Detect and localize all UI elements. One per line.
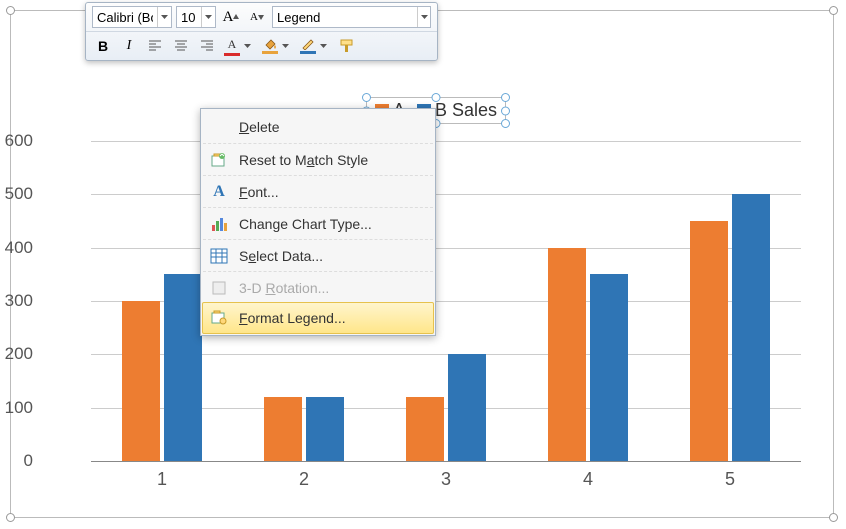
font-size-input[interactable] xyxy=(177,7,201,27)
chart-resize-handle[interactable] xyxy=(829,6,838,15)
shrink-font-button[interactable]: A xyxy=(246,6,268,28)
bold-button[interactable]: B xyxy=(92,35,114,57)
align-left-icon xyxy=(148,40,162,52)
align-center-button[interactable] xyxy=(170,35,192,57)
selectdata-icon xyxy=(207,244,231,268)
mini-toolbar[interactable]: A A B I A xyxy=(85,2,438,61)
chart-element-input[interactable] xyxy=(273,7,417,27)
x-tick-label: 3 xyxy=(441,469,451,490)
menu-item-reset[interactable]: Reset to Match Style xyxy=(203,143,433,175)
pen-icon xyxy=(301,38,315,50)
x-tick-label: 1 xyxy=(157,469,167,490)
align-right-button[interactable] xyxy=(196,35,218,57)
selection-handle[interactable] xyxy=(432,93,441,102)
bar[interactable] xyxy=(264,397,302,461)
x-tick-label: 2 xyxy=(299,469,309,490)
chart-resize-handle[interactable] xyxy=(829,513,838,522)
font-color-button[interactable]: A xyxy=(222,35,256,57)
chevron-down-icon[interactable] xyxy=(201,7,215,27)
bars-area xyxy=(91,141,801,461)
selection-handle[interactable] xyxy=(501,93,510,102)
brush-icon xyxy=(338,38,356,54)
font-name-input[interactable] xyxy=(93,7,157,27)
delete-icon xyxy=(207,115,231,139)
bar[interactable] xyxy=(690,221,728,461)
menu-item-selectdata[interactable]: Select Data... xyxy=(203,239,433,271)
bar[interactable] xyxy=(306,397,344,461)
fill-color-swatch xyxy=(262,51,278,54)
italic-icon: I xyxy=(127,38,132,54)
x-axis-line xyxy=(91,461,801,462)
outline-color-swatch xyxy=(300,51,316,54)
bar[interactable] xyxy=(448,354,486,461)
y-tick-label: 100 xyxy=(0,398,33,418)
chart-resize-handle[interactable] xyxy=(6,513,15,522)
bar[interactable] xyxy=(590,274,628,461)
selection-handle[interactable] xyxy=(362,93,371,102)
context-menu[interactable]: Delete Reset to Match Style A Font... Change… xyxy=(200,108,436,336)
charttype-icon xyxy=(207,212,231,236)
rotation-icon xyxy=(207,276,231,300)
y-tick-label: 0 xyxy=(0,451,33,471)
chevron-down-icon[interactable] xyxy=(417,7,430,27)
y-tick-label: 200 xyxy=(0,344,33,364)
bar-group[interactable] xyxy=(659,141,801,461)
bold-icon: B xyxy=(98,38,108,54)
bar[interactable] xyxy=(122,301,160,461)
fill-color-button[interactable] xyxy=(260,35,294,57)
menu-item-charttype[interactable]: Change Chart Type... xyxy=(203,207,433,239)
reset-icon xyxy=(207,148,231,172)
y-tick-label: 500 xyxy=(0,184,33,204)
format-painter-button[interactable] xyxy=(336,35,358,57)
menu-item-delete[interactable]: Delete xyxy=(203,111,433,143)
menu-item-formatlegend[interactable]: Format Legend... xyxy=(202,302,434,334)
chart-resize-handle[interactable] xyxy=(6,6,15,15)
y-axis: 0100200300400500600 xyxy=(41,141,81,461)
legend-label: B Sales xyxy=(435,100,497,121)
x-tick-label: 4 xyxy=(583,469,593,490)
bar[interactable] xyxy=(548,248,586,461)
y-tick-label: 300 xyxy=(0,291,33,311)
font-color-icon: A xyxy=(228,37,237,52)
grow-font-button[interactable]: A xyxy=(220,6,242,28)
bar[interactable] xyxy=(164,274,202,461)
menu-item-label: Change Chart Type... xyxy=(239,216,372,232)
y-tick-label: 400 xyxy=(0,238,33,258)
bar[interactable] xyxy=(732,194,770,461)
font-size-combo[interactable] xyxy=(176,6,216,28)
x-tick-label: 5 xyxy=(725,469,735,490)
outline-color-button[interactable] xyxy=(298,35,332,57)
font-name-combo[interactable] xyxy=(92,6,172,28)
chevron-down-icon[interactable] xyxy=(278,36,292,56)
selection-handle[interactable] xyxy=(501,106,510,115)
y-tick-label: 600 xyxy=(0,131,33,151)
font-color-swatch xyxy=(224,53,240,56)
selection-handle[interactable] xyxy=(501,119,510,128)
chevron-down-icon[interactable] xyxy=(157,7,171,27)
menu-item-label: Font... xyxy=(239,184,279,200)
menu-item-label: Format Legend... xyxy=(239,310,346,326)
bar[interactable] xyxy=(406,397,444,461)
chart-element-combo[interactable] xyxy=(272,6,431,28)
bar-group[interactable] xyxy=(517,141,659,461)
menu-item-font[interactable]: A Font... xyxy=(203,175,433,207)
align-right-icon xyxy=(200,40,214,52)
chevron-down-icon[interactable] xyxy=(240,36,254,56)
chevron-down-icon[interactable] xyxy=(316,36,330,56)
font-icon: A xyxy=(207,180,231,204)
align-left-button[interactable] xyxy=(144,35,166,57)
italic-button[interactable]: I xyxy=(118,35,140,57)
menu-item-rotation: 3-D Rotation... xyxy=(203,271,433,303)
align-center-icon xyxy=(174,40,188,52)
menu-item-label: Reset to Match Style xyxy=(239,152,368,168)
formatlegend-icon xyxy=(207,306,231,330)
menu-item-label: 3-D Rotation... xyxy=(239,280,329,296)
menu-item-label: Delete xyxy=(239,119,279,135)
bucket-icon xyxy=(263,38,277,50)
menu-item-label: Select Data... xyxy=(239,248,323,264)
